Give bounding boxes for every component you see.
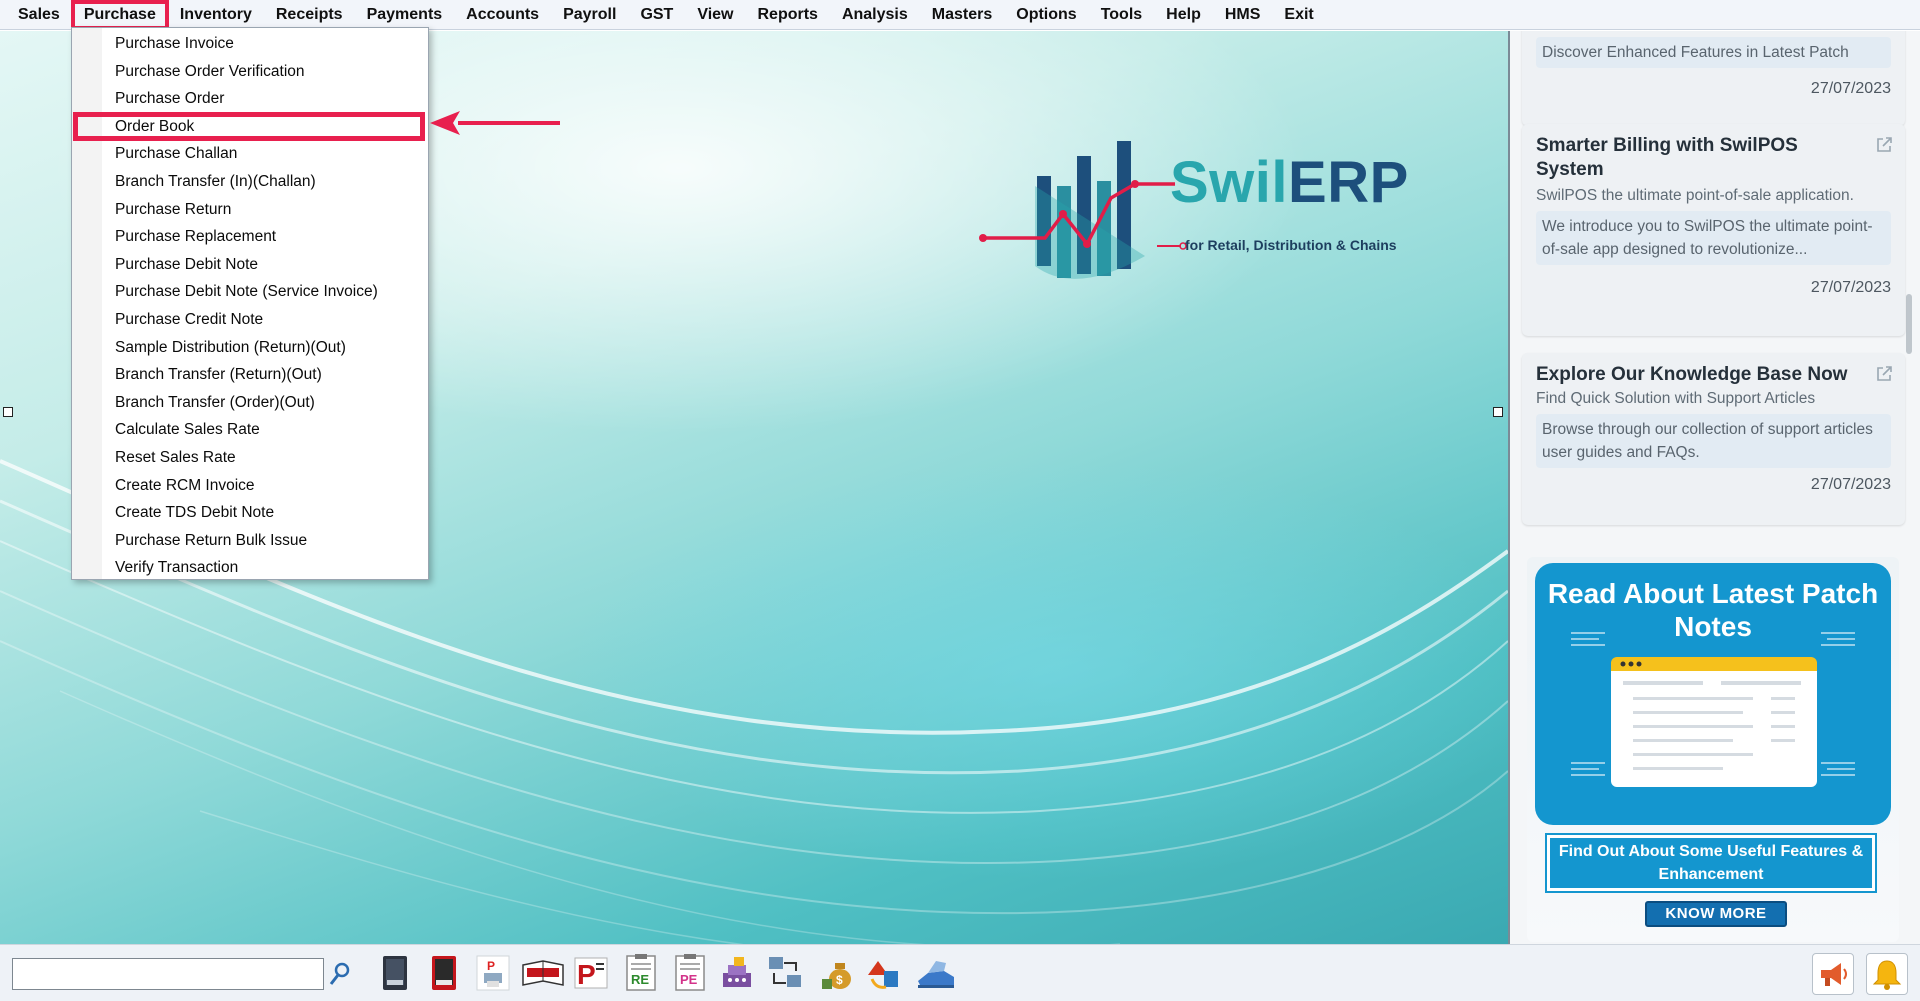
news-card-date: 27/07/2023 <box>1810 279 1891 296</box>
logo-tagline-line <box>1157 242 1187 250</box>
news-card-date: 27/07/2023 <box>1810 80 1891 97</box>
menu-item-branch-transfer-in-challan[interactable]: Branch Transfer (In)(Challan) <box>72 168 428 196</box>
menu-bar: Sales Purchase Inventory Receipts Paymen… <box>0 0 1920 30</box>
svg-text:P: P <box>487 959 495 973</box>
menu-receipts[interactable]: Receipts <box>264 1 355 29</box>
menu-help[interactable]: Help <box>1154 1 1213 29</box>
transfer-icon[interactable] <box>766 953 804 993</box>
news-card-subtitle: SwilPOS the ultimate point-of-sale appli… <box>1536 187 1854 204</box>
search-input[interactable] <box>12 958 324 990</box>
features-enhancement-banner[interactable]: Find Out About Some Useful Features & En… <box>1545 833 1877 893</box>
menu-item-calculate-sales-rate[interactable]: Calculate Sales Rate <box>72 416 428 444</box>
order-book-icon[interactable] <box>521 953 565 993</box>
svg-text:PE: PE <box>680 972 698 987</box>
logo-tagline: for Retail, Distribution & Chains <box>1185 237 1397 253</box>
left-resize-handle[interactable] <box>3 407 13 417</box>
menu-payroll[interactable]: Payroll <box>551 1 628 29</box>
ledger-book-icon[interactable] <box>376 953 414 993</box>
news-panel: Discover Enhanced Features in Latest Pat… <box>1510 31 1920 944</box>
logo-bars-icon <box>979 141 1175 279</box>
svg-text:RE: RE <box>631 972 649 987</box>
menu-item-purchase-order[interactable]: Purchase Order <box>72 85 428 113</box>
right-resize-handle[interactable] <box>1493 407 1503 417</box>
menu-reports[interactable]: Reports <box>746 1 830 29</box>
news-card-knowledge-base[interactable]: Explore Our Knowledge Base Now Find Quic… <box>1522 353 1905 525</box>
menu-options[interactable]: Options <box>1004 1 1088 29</box>
news-card-subtitle: Find Quick Solution with Support Article… <box>1536 390 1816 407</box>
patch-notes-promo: Read About Latest Patch Notes Find Out A… <box>1527 557 1899 942</box>
menu-item-reset-sales-rate[interactable]: Reset Sales Rate <box>72 444 428 472</box>
menu-item-purchase-invoice[interactable]: Purchase Invoice <box>72 30 428 58</box>
browser-dots-icon <box>1620 661 1642 667</box>
red-ledger-book-icon[interactable] <box>425 953 463 993</box>
external-link-icon[interactable] <box>1875 365 1893 383</box>
notification-bell-icon <box>1872 960 1902 990</box>
menu-item-sample-distribution-return-out[interactable]: Sample Distribution (Return)(Out) <box>72 334 428 362</box>
browser-mockup-icon <box>1611 657 1817 787</box>
news-scrollbar[interactable] <box>1906 41 1912 931</box>
menu-masters[interactable]: Masters <box>920 1 1004 29</box>
swilerp-logo: SwilERP for Retail, Distribution & Chain… <box>975 126 1415 286</box>
logo-erp-text: ERP <box>1288 150 1409 215</box>
menu-purchase[interactable]: Purchase <box>70 0 169 30</box>
menu-item-purchase-return-bulk-issue[interactable]: Purchase Return Bulk Issue <box>72 527 428 555</box>
bottom-toolbar: P P RE PE $ <box>0 944 1920 1001</box>
receipt-re-icon[interactable]: RE <box>622 953 660 993</box>
announcement-icon <box>1821 963 1847 986</box>
menu-item-purchase-replacement[interactable]: Purchase Replacement <box>72 223 428 251</box>
news-card-date: 27/07/2023 <box>1810 476 1891 493</box>
printer-p-icon[interactable]: P <box>474 953 512 993</box>
logo-swil-text: Swil <box>1170 150 1289 215</box>
menu-tools[interactable]: Tools <box>1089 1 1154 29</box>
purchase-pe-icon[interactable]: PE <box>671 953 709 993</box>
menu-item-purchase-return[interactable]: Purchase Return <box>72 196 428 224</box>
menu-payments[interactable]: Payments <box>355 1 455 29</box>
menu-hms[interactable]: HMS <box>1213 1 1273 29</box>
arrows-exchange-icon[interactable] <box>864 953 902 993</box>
menu-item-purchase-debit-note-service[interactable]: Purchase Debit Note (Service Invoice) <box>72 278 428 306</box>
svg-text:$: $ <box>836 973 843 987</box>
menu-item-verify-transaction[interactable]: Verify Transaction <box>72 554 428 582</box>
search-icon[interactable] <box>328 961 352 987</box>
news-card-body: We introduce you to SwilPOS the ultimate… <box>1536 211 1891 265</box>
menu-sales[interactable]: Sales <box>6 1 72 29</box>
promo-banner[interactable]: Read About Latest Patch Notes <box>1535 563 1891 825</box>
news-card-body: Browse through our collection of support… <box>1536 414 1891 468</box>
external-link-icon[interactable] <box>1875 136 1893 154</box>
news-card-title: Smarter Billing with SwilPOS System <box>1536 135 1798 180</box>
news-card-swilpos[interactable]: Smarter Billing with SwilPOS System Swil… <box>1522 124 1905 336</box>
logo-wordmark: SwilERP <box>1170 154 1409 212</box>
news-card-patch[interactable]: Discover Enhanced Features in Latest Pat… <box>1522 31 1905 126</box>
menu-inventory[interactable]: Inventory <box>168 1 264 29</box>
announcement-button[interactable] <box>1812 953 1854 995</box>
menu-item-branch-transfer-return-out[interactable]: Branch Transfer (Return)(Out) <box>72 361 428 389</box>
purchase-p-icon[interactable]: P <box>572 953 610 993</box>
annotation-arrow-icon <box>430 111 560 135</box>
menu-item-create-tds-debit-note[interactable]: Create TDS Debit Note <box>72 499 428 527</box>
scroll-thumb[interactable] <box>1906 294 1912 354</box>
cash-register-icon[interactable] <box>718 953 756 993</box>
menu-item-purchase-challan[interactable]: Purchase Challan <box>72 140 428 168</box>
menu-accounts[interactable]: Accounts <box>454 1 551 29</box>
purchase-dropdown-menu: Purchase Invoice Purchase Order Verifica… <box>71 27 429 580</box>
menu-item-create-rcm-invoice[interactable]: Create RCM Invoice <box>72 472 428 500</box>
menu-item-branch-transfer-order-out[interactable]: Branch Transfer (Order)(Out) <box>72 389 428 417</box>
news-card-body: Discover Enhanced Features in Latest Pat… <box>1536 37 1891 68</box>
menu-item-order-book[interactable]: Order Book <box>73 111 425 142</box>
menu-gst[interactable]: GST <box>628 1 685 29</box>
money-bag-icon[interactable]: $ <box>818 953 856 993</box>
menu-item-purchase-debit-note[interactable]: Purchase Debit Note <box>72 251 428 279</box>
menu-item-purchase-order-verification[interactable]: Purchase Order Verification <box>72 58 428 86</box>
notification-button[interactable] <box>1866 953 1908 995</box>
menu-item-purchase-credit-note[interactable]: Purchase Credit Note <box>72 306 428 334</box>
news-card-title: Explore Our Knowledge Base Now <box>1536 364 1848 385</box>
menu-view[interactable]: View <box>685 1 745 29</box>
svg-text:P: P <box>577 959 596 990</box>
menu-exit[interactable]: Exit <box>1272 1 1325 29</box>
know-more-button[interactable]: KNOW MORE <box>1645 901 1787 927</box>
shoe-scanner-icon[interactable] <box>914 953 958 993</box>
menu-analysis[interactable]: Analysis <box>830 1 920 29</box>
